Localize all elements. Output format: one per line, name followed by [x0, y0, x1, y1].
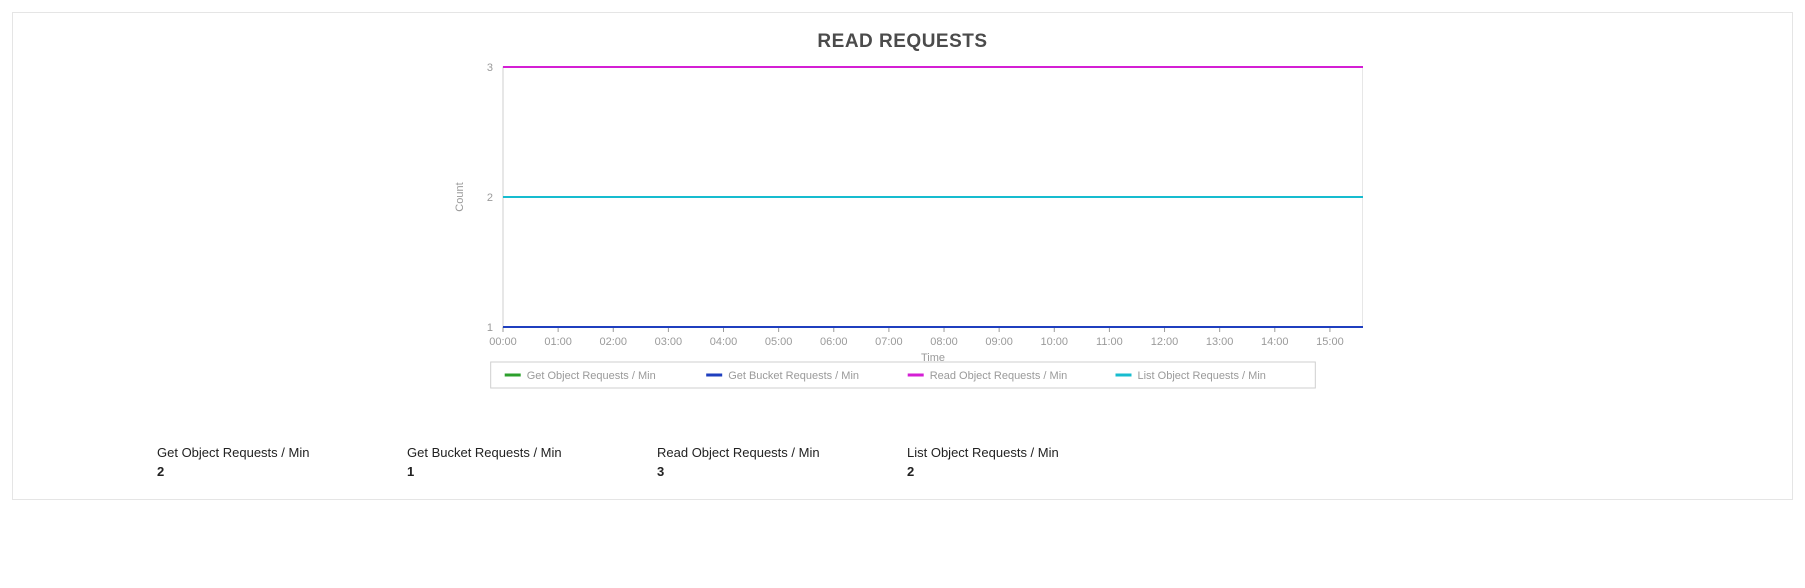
svg-text:07:00: 07:00 — [875, 336, 903, 348]
svg-text:00:00: 00:00 — [489, 336, 517, 348]
stat-value: 1 — [407, 464, 577, 479]
stat-list-object: List Object Requests / Min 2 — [907, 445, 1077, 479]
stat-label: Read Object Requests / Min — [657, 445, 827, 460]
svg-text:List Object Requests / Min: List Object Requests / Min — [1137, 370, 1265, 382]
svg-text:Read Object Requests / Min: Read Object Requests / Min — [929, 370, 1067, 382]
svg-text:15:00: 15:00 — [1316, 336, 1344, 348]
svg-text:10:00: 10:00 — [1040, 336, 1068, 348]
svg-text:3: 3 — [486, 62, 492, 74]
stat-value: 2 — [157, 464, 327, 479]
stat-read-object: Read Object Requests / Min 3 — [657, 445, 827, 479]
stat-get-bucket: Get Bucket Requests / Min 1 — [407, 445, 577, 479]
svg-text:08:00: 08:00 — [930, 336, 958, 348]
svg-text:05:00: 05:00 — [764, 336, 792, 348]
svg-text:03:00: 03:00 — [654, 336, 682, 348]
svg-text:12:00: 12:00 — [1150, 336, 1178, 348]
svg-text:2: 2 — [486, 192, 492, 204]
chart-title: READ REQUESTS — [37, 31, 1768, 53]
read-requests-panel: READ REQUESTS 1 2 3 00:00 01:00 02:00 03:00 04:… — [12, 12, 1793, 500]
svg-text:Count: Count — [454, 182, 466, 211]
svg-text:01:00: 01:00 — [544, 336, 572, 348]
read-requests-chart[interactable]: 1 2 3 00:00 01:00 02:00 03:00 04:00 05:00 06:00 07… — [443, 57, 1363, 417]
stat-get-object: Get Object Requests / Min 2 — [157, 445, 327, 479]
svg-text:06:00: 06:00 — [820, 336, 848, 348]
stat-label: List Object Requests / Min — [907, 445, 1077, 460]
svg-text:02:00: 02:00 — [599, 336, 627, 348]
stat-label: Get Object Requests / Min — [157, 445, 327, 460]
svg-text:14:00: 14:00 — [1261, 336, 1289, 348]
svg-text:04:00: 04:00 — [709, 336, 737, 348]
svg-text:1: 1 — [486, 322, 492, 334]
stat-label: Get Bucket Requests / Min — [407, 445, 577, 460]
svg-text:11:00: 11:00 — [1096, 336, 1123, 348]
stat-value: 2 — [907, 464, 1077, 479]
stat-value: 3 — [657, 464, 827, 479]
svg-text:09:00: 09:00 — [985, 336, 1013, 348]
summary-stats-row: Get Object Requests / Min 2 Get Bucket R… — [37, 445, 1768, 479]
svg-text:Get Bucket Requests / Min: Get Bucket Requests / Min — [728, 370, 859, 382]
svg-text:13:00: 13:00 — [1205, 336, 1233, 348]
svg-text:Get Object Requests / Min: Get Object Requests / Min — [526, 370, 655, 382]
